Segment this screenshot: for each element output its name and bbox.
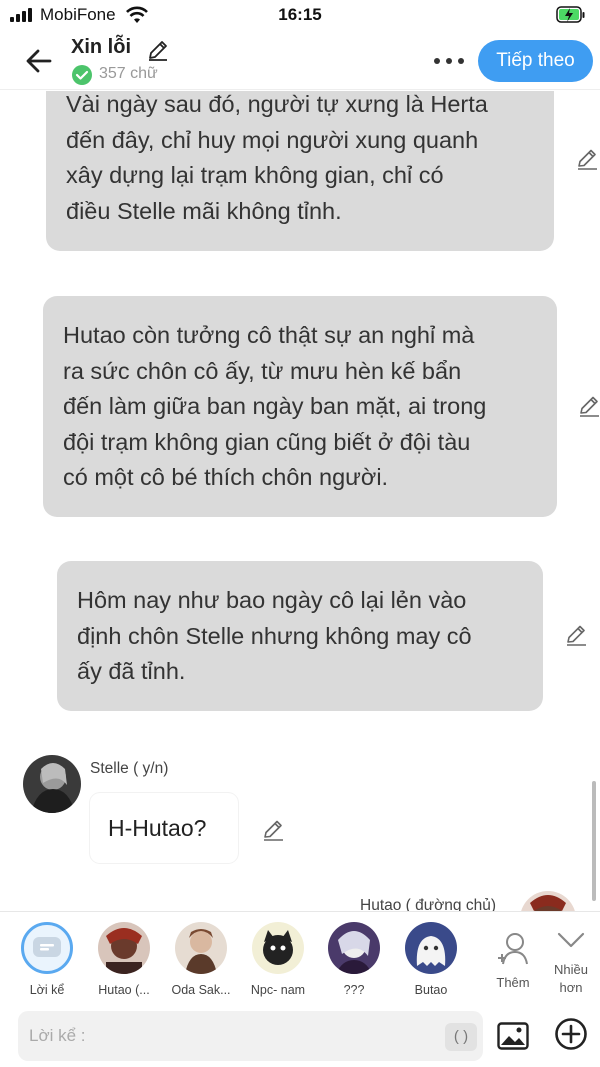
narration-line: có một cô bé thích chôn người. <box>63 464 389 490</box>
more-characters-button[interactable]: Nhiều hơn <box>546 928 596 997</box>
hutao-avatar[interactable] <box>520 891 576 911</box>
stelle-avatar[interactable] <box>23 755 81 813</box>
edit-pencil-icon[interactable] <box>563 622 589 648</box>
narration-line: điều Stelle mãi không tỉnh. <box>66 197 342 224</box>
narration-line: ấy đã tỉnh. <box>77 658 186 684</box>
scrollbar[interactable] <box>592 781 596 901</box>
clock: 16:15 <box>278 5 322 24</box>
character-unknown[interactable]: ??? <box>316 922 392 997</box>
edit-pencil-icon[interactable] <box>260 817 286 843</box>
status-bar: MobiFone 16:15 <box>0 0 600 32</box>
hutao-avatar <box>98 922 150 974</box>
character-butao[interactable]: Butao <box>393 922 469 997</box>
character-narrator[interactable]: Lời kể <box>9 922 85 997</box>
narration-line: Hôm nay như bao ngày cô lại lẻn vào <box>77 587 467 613</box>
unknown-avatar <box>328 922 380 974</box>
narration-line: ra sức chôn cô ấy, từ mưu hèn kế bẩn <box>63 357 462 384</box>
add-circle-icon[interactable] <box>554 1017 588 1051</box>
check-circle-icon <box>72 65 92 85</box>
pencil-icon[interactable] <box>146 38 170 62</box>
narrator-icon <box>21 922 73 974</box>
character-oda[interactable]: Oda Sak... <box>163 922 239 997</box>
narration-line: đội trạm không gian cũng biết ở đội tàu <box>63 428 471 455</box>
chevron-down-icon <box>557 932 585 948</box>
more-options-icon[interactable] <box>432 54 466 68</box>
character-hutao[interactable]: Hutao (... <box>86 922 162 997</box>
narration-line: xây dựng lại trạm không gian, chỉ có <box>66 162 444 188</box>
oda-avatar <box>175 922 227 974</box>
character-label: ??? <box>343 983 365 997</box>
character-name: Hutao ( đường chủ) <box>360 897 496 911</box>
narration-bubble-1[interactable]: Vài ngày sau đó, người tự xưng là Herta … <box>46 91 554 251</box>
character-label: Lời kể <box>29 983 65 997</box>
compose-input[interactable] <box>18 1011 438 1061</box>
character-npc-nam[interactable]: Npc- nam <box>240 922 316 997</box>
header-bar: Xin lỗi 357 chữ Tiếp theo <box>0 32 600 90</box>
add-label: Thêm <box>496 975 530 990</box>
character-label: Hutao (... <box>98 983 150 997</box>
more-label: Nhiều hơn <box>554 962 588 995</box>
character-label: Oda Sak... <box>171 983 231 997</box>
character-label: Butao <box>414 983 448 997</box>
edit-pencil-icon[interactable] <box>574 146 600 172</box>
compose-panel: Lời kể Hutao (... Oda Sak... Npc- nam ??… <box>0 911 600 1067</box>
narration-bubble-2[interactable]: Hutao còn tưởng cô thật sự an nghỉ mà ra… <box>43 296 557 517</box>
story-title: Xin lỗi <box>71 36 131 58</box>
narration-line: đến đây, chỉ huy mọi người xung quanh <box>66 126 479 153</box>
image-icon[interactable] <box>497 1022 529 1050</box>
character-label: Npc- nam <box>250 983 306 997</box>
narration-line: định chôn Stelle nhưng không may cô <box>77 622 472 649</box>
narration-line: Hutao còn tưởng cô thật sự an nghỉ mà <box>63 322 475 348</box>
butao-avatar <box>405 922 457 974</box>
add-person-icon <box>498 933 528 965</box>
npc-avatar <box>252 922 304 974</box>
parentheses-button[interactable]: ( ) <box>445 1023 477 1051</box>
story-chat-area: Vài ngày sau đó, người tự xưng là Herta … <box>0 91 600 911</box>
edit-pencil-icon[interactable] <box>576 393 600 419</box>
compose-input-box: ( ) <box>18 1011 483 1061</box>
next-button[interactable]: Tiếp theo <box>478 40 593 82</box>
narration-line: đến làm giữa ban ngày ban mặt, ai trong <box>63 393 487 419</box>
word-count: 357 chữ <box>99 65 158 82</box>
character-name: Stelle ( y/n) <box>90 760 169 777</box>
narration-bubble-3[interactable]: Hôm nay như bao ngày cô lại lẻn vào định… <box>57 561 543 711</box>
battery-charging-icon <box>556 6 585 23</box>
back-arrow-icon[interactable] <box>22 44 56 78</box>
dialog-bubble[interactable]: H-Hutao? <box>90 793 238 863</box>
narration-line: Vài ngày sau đó, người tự xưng là Herta <box>66 91 488 117</box>
add-character-button[interactable]: Thêm <box>486 930 540 990</box>
